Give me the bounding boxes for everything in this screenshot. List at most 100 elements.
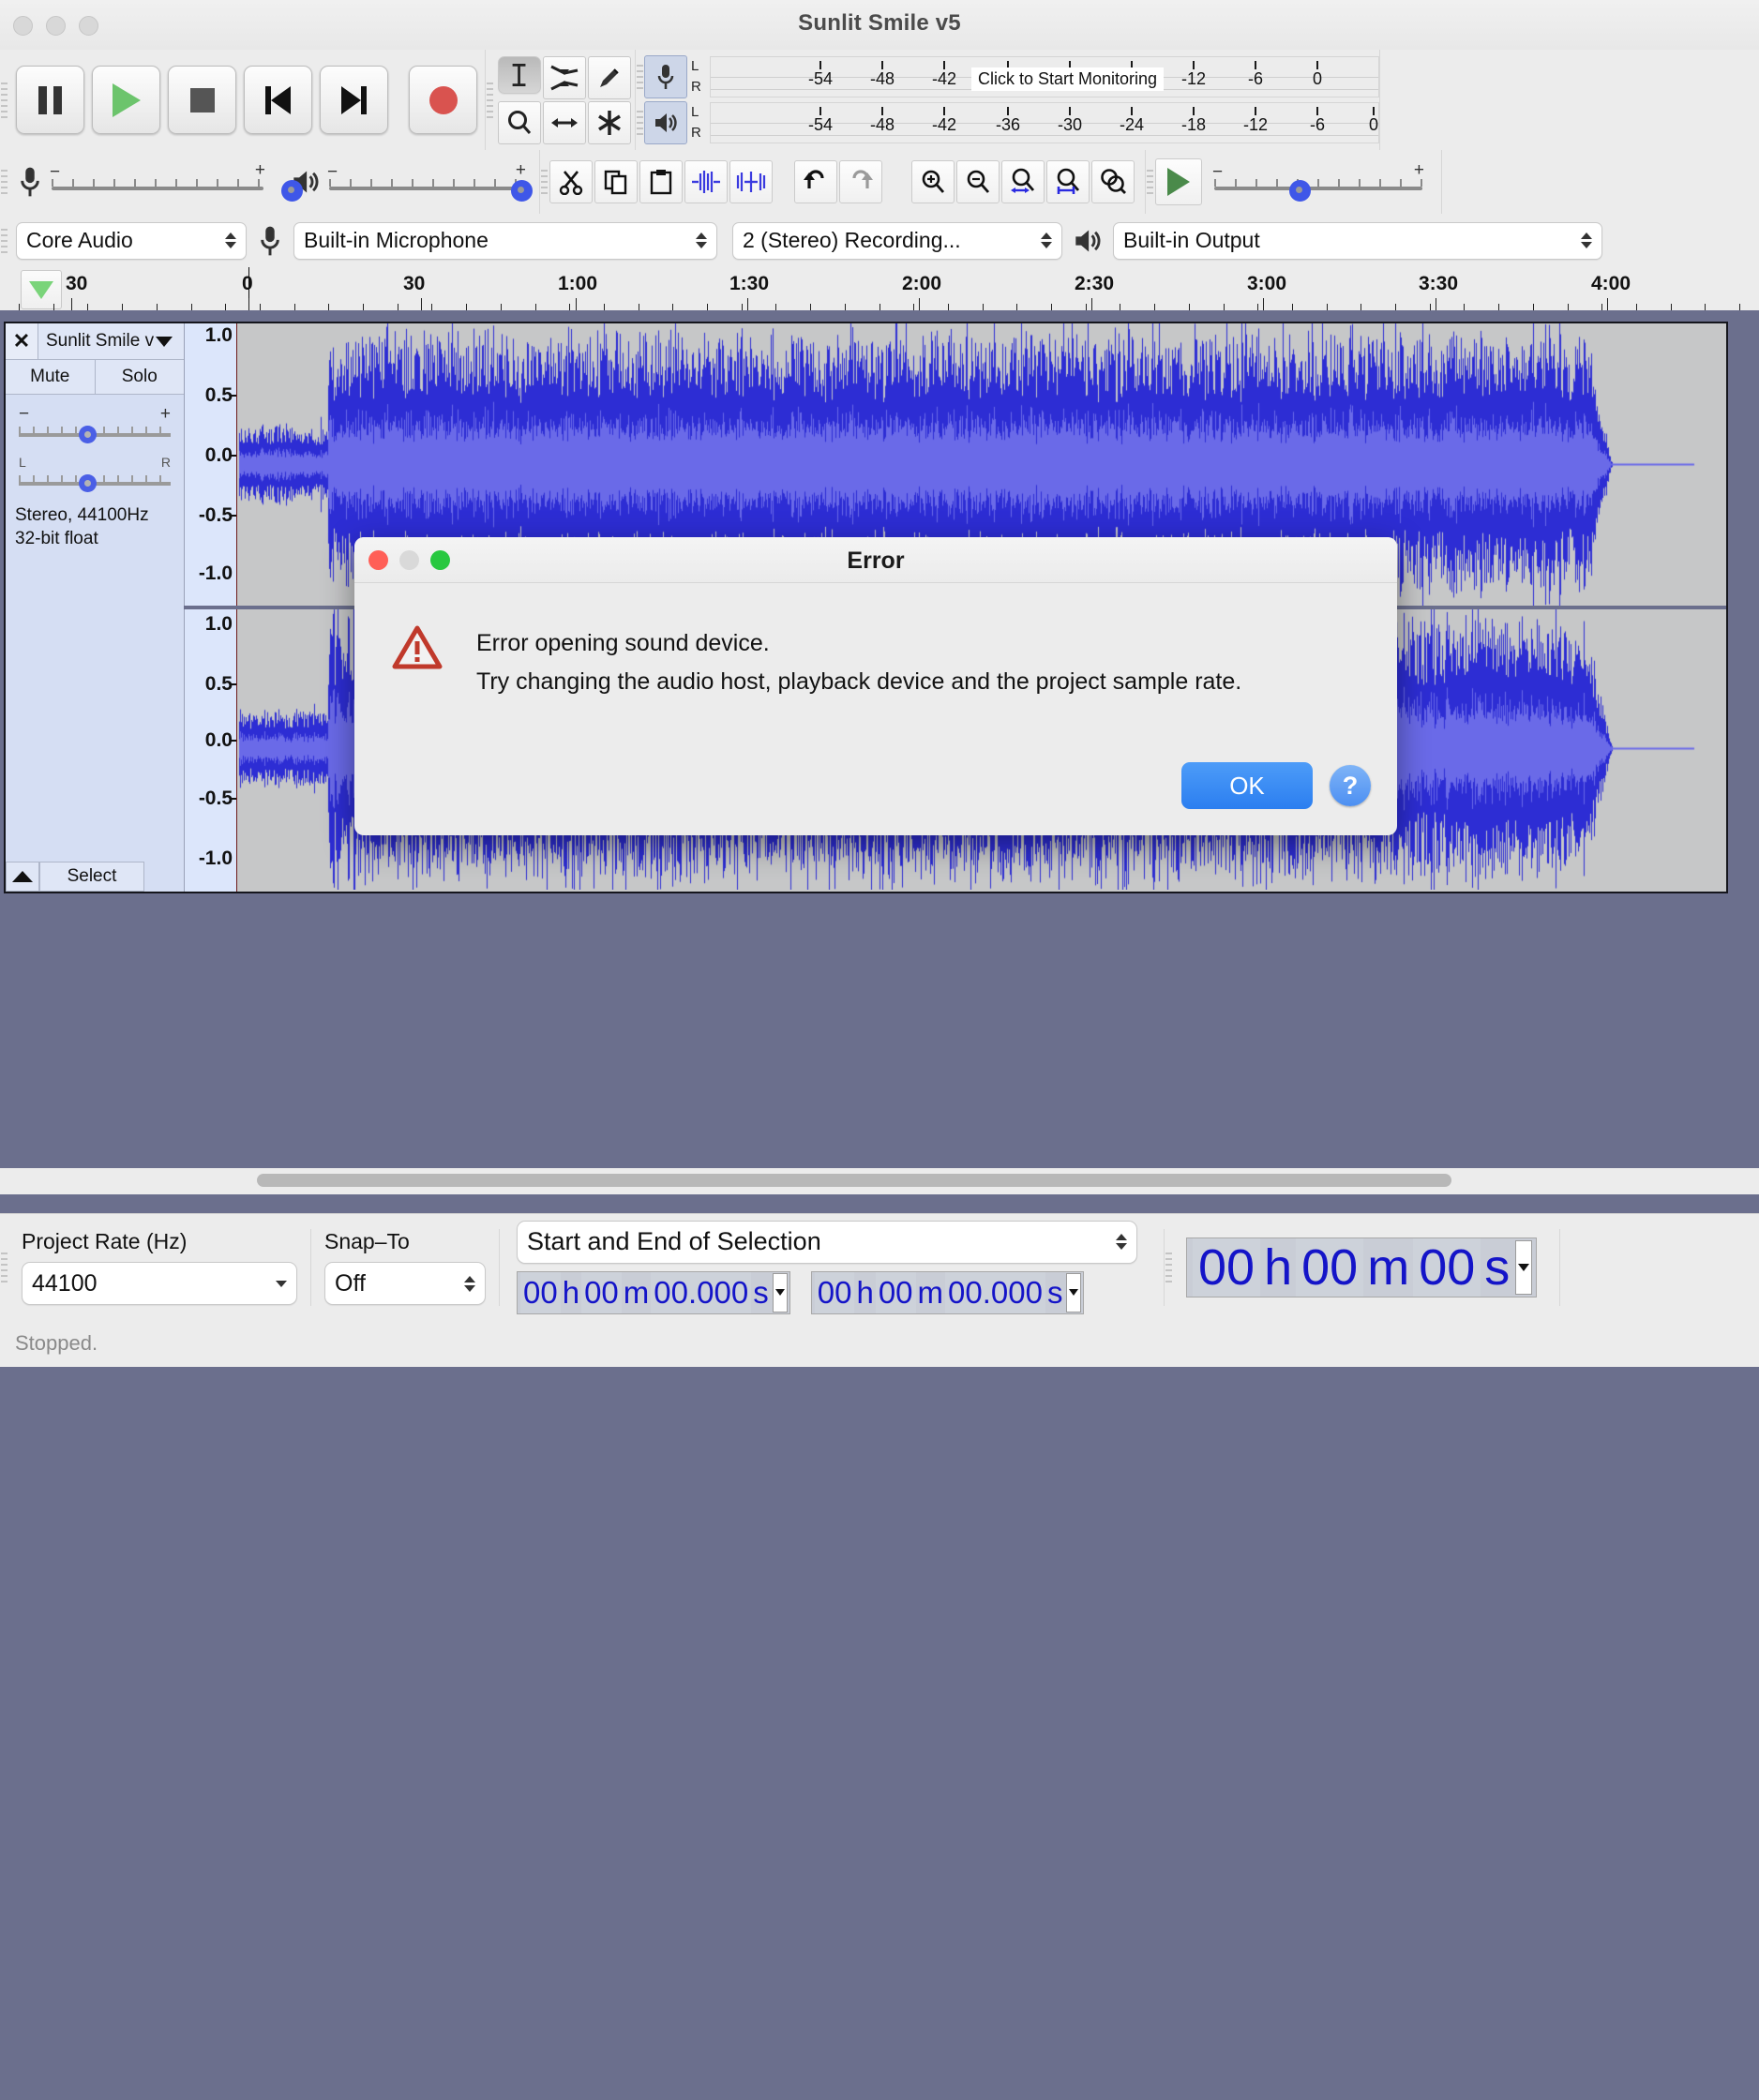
chevron-updown-icon: [1571, 232, 1592, 248]
audio-position-time[interactable]: 00 h 00 m 00 s: [1186, 1237, 1538, 1298]
ruler-label: 2:00: [902, 273, 942, 294]
zoom-out-button[interactable]: [956, 160, 1000, 203]
start-monitoring-hint[interactable]: Click to Start Monitoring: [971, 68, 1165, 91]
vruler-label: 1.0: [204, 613, 233, 635]
status-bar: Stopped.: [0, 1319, 1759, 1367]
pinned-play-head-button[interactable]: [21, 270, 62, 309]
skip-to-end-button[interactable]: [320, 66, 388, 134]
play-at-speed-button[interactable]: [1155, 158, 1202, 205]
zoom-tool-button[interactable]: [498, 100, 541, 144]
chevron-updown-icon: [216, 232, 236, 248]
snap-to-value: Off: [335, 1269, 366, 1297]
recording-volume-slider[interactable]: − +: [50, 160, 303, 203]
multi-tool-button[interactable]: [588, 100, 631, 144]
zoom-toggle-button[interactable]: [1091, 160, 1135, 203]
sel-end-minutes: 00: [875, 1271, 916, 1313]
timeline-ruler[interactable]: 30 0 30 1:00 1:30 2:00 2:30 3:00 3:30 4:…: [0, 267, 1759, 311]
sel-start-seconds-unit: s: [753, 1274, 769, 1310]
recording-meter-scale[interactable]: -54 -48 -42 -18 -12 -6 0 Click to Start …: [710, 56, 1379, 98]
selection-toolbar-grip[interactable]: [0, 1214, 8, 1320]
chevron-updown-icon: [1106, 1234, 1127, 1250]
gain-minus-label: −: [19, 404, 30, 424]
pan-right-label: R: [160, 455, 171, 470]
meter-tick-label: -30: [1057, 115, 1083, 134]
vruler-label: -0.5: [198, 504, 233, 526]
speaker-icon: [655, 113, 677, 132]
error-dialog[interactable]: Error Error opening sound device. Try ch…: [354, 537, 1397, 835]
redo-button[interactable]: [839, 160, 882, 203]
project-rate-label: Project Rate (Hz): [22, 1229, 188, 1253]
pos-spinner[interactable]: [1515, 1239, 1533, 1295]
sel-start-hours: 00: [520, 1271, 561, 1313]
meter-tick-label: -24: [1119, 115, 1145, 134]
track-name-dropdown[interactable]: Sunlit Smile v: [38, 323, 184, 359]
play-speed-slider[interactable]: − +: [1212, 160, 1424, 203]
mixer-toolbar-grip[interactable]: [0, 150, 8, 214]
pan-left-label: L: [19, 455, 26, 470]
silence-selection-button[interactable]: [729, 160, 773, 203]
ok-button[interactable]: OK: [1181, 762, 1313, 809]
fit-project-button[interactable]: [1046, 160, 1090, 203]
pause-button[interactable]: [16, 66, 84, 134]
playback-meter-grip[interactable]: [636, 102, 644, 143]
tools-toolbar-grip[interactable]: [486, 50, 494, 150]
skip-to-start-button[interactable]: [244, 66, 312, 134]
undo-button[interactable]: [794, 160, 837, 203]
selection-end-time[interactable]: 00 h 00 m 00.000 s: [810, 1270, 1085, 1314]
cut-button[interactable]: [549, 160, 593, 203]
audio-host-select[interactable]: Core Audio: [16, 221, 247, 260]
recording-meter-grip[interactable]: [636, 56, 644, 98]
scrollbar-thumb[interactable]: [257, 1174, 1451, 1187]
transport-toolbar-grip[interactable]: [0, 50, 8, 150]
collapse-track-button[interactable]: [6, 862, 39, 892]
playback-meter-scale[interactable]: -54 -48 -42 -36 -30 -24 -18 -12 -6 0: [710, 102, 1379, 143]
edit-toolbar-grip[interactable]: [540, 150, 549, 214]
track-control-panel[interactable]: ✕ Sunlit Smile v Mute Solo − + L R Stere…: [6, 323, 184, 892]
playback-meter-button[interactable]: [644, 101, 687, 144]
draw-tool-button[interactable]: [588, 55, 631, 99]
playback-volume-slider[interactable]: − +: [327, 160, 533, 203]
help-button[interactable]: ?: [1330, 765, 1371, 806]
toolbar-band-transport: L R -54 -48 -42 -18 -12 -6 0 Cl: [0, 50, 1759, 151]
pos-minutes: 00: [1296, 1238, 1364, 1297]
meter-tick-label: 0: [1312, 69, 1323, 88]
meter-tick-label: -54: [807, 115, 834, 134]
playback-device-select[interactable]: Built-in Output: [1113, 221, 1602, 260]
zoom-in-button[interactable]: [911, 160, 955, 203]
sel-end-hours: 00: [814, 1271, 855, 1313]
trim-outside-selection-button[interactable]: [684, 160, 728, 203]
project-rate-select[interactable]: 44100: [22, 1262, 297, 1305]
paste-button[interactable]: [639, 160, 683, 203]
close-track-button[interactable]: ✕: [6, 323, 38, 359]
recording-device-select[interactable]: Built-in Microphone: [293, 221, 717, 260]
recording-channels-select[interactable]: 2 (Stereo) Recording...: [732, 221, 1062, 260]
envelope-tool-button[interactable]: [543, 55, 586, 99]
stop-button[interactable]: [168, 66, 236, 134]
selection-tool-button[interactable]: [498, 55, 541, 94]
device-toolbar-grip[interactable]: [0, 214, 8, 267]
meter-label-left: L: [691, 58, 699, 74]
mute-button[interactable]: Mute: [6, 360, 95, 394]
selection-mode-select[interactable]: Start and End of Selection: [517, 1220, 1137, 1264]
pause-icon: [38, 85, 62, 114]
selection-start-time[interactable]: 00 h 00 m 00.000 s: [517, 1270, 790, 1314]
tools-toolbar: [494, 52, 635, 149]
track-gain-slider[interactable]: − +: [19, 404, 171, 447]
time-toolbar-grip[interactable]: [1165, 1214, 1173, 1320]
recording-meter-button[interactable]: [644, 55, 687, 98]
meter-tick-label: -42: [931, 69, 957, 88]
record-button[interactable]: [409, 66, 477, 134]
horizontal-scrollbar[interactable]: [0, 1168, 1759, 1194]
track-pan-slider[interactable]: L R: [19, 453, 171, 496]
sel-end-spinner[interactable]: [1066, 1272, 1082, 1312]
fit-selection-button[interactable]: [1001, 160, 1045, 203]
play-at-speed-grip[interactable]: [1146, 150, 1154, 214]
sel-start-spinner[interactable]: [772, 1272, 788, 1312]
copy-button[interactable]: [594, 160, 638, 203]
snap-to-select[interactable]: Off: [324, 1262, 486, 1305]
select-track-button[interactable]: Select: [39, 862, 144, 892]
solo-button[interactable]: Solo: [94, 360, 184, 394]
time-shift-tool-button[interactable]: [543, 100, 586, 144]
play-button[interactable]: [92, 66, 160, 134]
copy-icon: [604, 170, 627, 195]
